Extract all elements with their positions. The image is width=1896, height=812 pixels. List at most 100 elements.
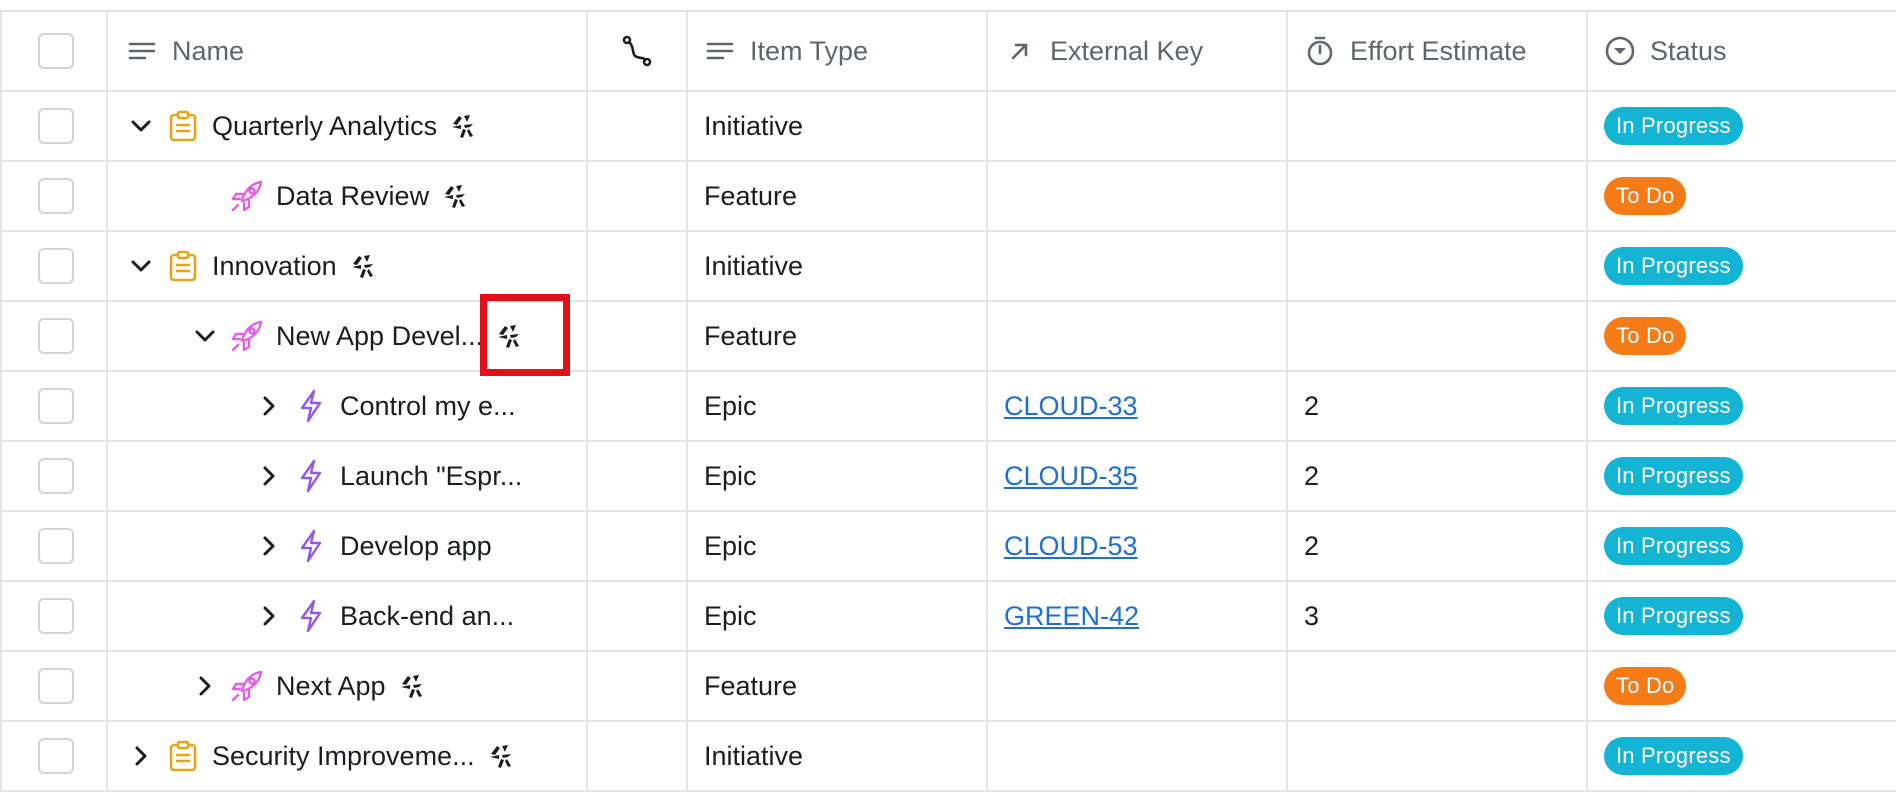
status-cell[interactable]: In Progress [1588,92,1896,160]
row-checkbox[interactable] [38,248,74,284]
item-name[interactable]: Back-end an... [340,601,514,632]
table-row[interactable]: Control my e... Epic CLOUD-33 2 In Progr… [0,372,1896,442]
external-key-cell[interactable] [988,162,1288,230]
effort-cell[interactable] [1288,232,1588,300]
item-type-cell[interactable]: Feature [688,652,988,720]
status-cell[interactable]: In Progress [1588,372,1896,440]
external-key-cell[interactable]: GREEN-42 [988,582,1288,650]
status-badge[interactable]: In Progress [1604,387,1743,425]
name-cell[interactable]: Back-end an... [108,582,588,650]
dependency-cell[interactable] [588,442,688,510]
column-header-dependencies[interactable] [588,12,688,90]
status-badge[interactable]: In Progress [1604,107,1743,145]
row-checkbox[interactable] [38,388,74,424]
external-key-link[interactable]: CLOUD-35 [1004,461,1138,492]
effort-cell[interactable]: 2 [1288,512,1588,580]
item-name[interactable]: New App Devel... [276,321,483,352]
status-badge[interactable]: In Progress [1604,247,1743,285]
external-key-cell[interactable]: CLOUD-33 [988,372,1288,440]
name-cell[interactable]: Develop app [108,512,588,580]
column-header-status[interactable]: Status [1588,12,1896,90]
external-key-link[interactable]: CLOUD-33 [1004,391,1138,422]
item-type-cell[interactable]: Epic [688,442,988,510]
effort-cell[interactable]: 3 [1288,582,1588,650]
item-name[interactable]: Security Improveme... [212,741,475,772]
item-type-cell[interactable]: Epic [688,582,988,650]
name-cell[interactable]: Security Improveme... [108,722,588,790]
status-badge[interactable]: In Progress [1604,527,1743,565]
status-badge[interactable]: To Do [1604,177,1687,215]
table-row[interactable]: Next App Feature To Do [0,652,1896,722]
ai-sparkle-icon[interactable] [495,322,523,350]
dependency-cell[interactable] [588,302,688,370]
external-key-cell[interactable] [988,302,1288,370]
name-cell[interactable]: Next App [108,652,588,720]
row-checkbox[interactable] [38,458,74,494]
item-name[interactable]: Data Review [276,181,429,212]
chevron-down-icon[interactable] [190,321,220,351]
item-type-cell[interactable]: Initiative [688,232,988,300]
status-cell[interactable]: In Progress [1588,722,1896,790]
item-type-cell[interactable]: Initiative [688,722,988,790]
external-key-cell[interactable] [988,232,1288,300]
dependency-cell[interactable] [588,372,688,440]
row-checkbox[interactable] [38,108,74,144]
dependency-cell[interactable] [588,512,688,580]
effort-cell[interactable]: 2 [1288,372,1588,440]
item-type-cell[interactable]: Feature [688,302,988,370]
external-key-link[interactable]: GREEN-42 [1004,601,1139,632]
effort-cell[interactable] [1288,652,1588,720]
status-cell[interactable]: In Progress [1588,232,1896,300]
status-badge[interactable]: To Do [1604,667,1687,705]
table-row[interactable]: Innovation Initiative In Progress [0,232,1896,302]
dependency-cell[interactable] [588,92,688,160]
effort-cell[interactable] [1288,162,1588,230]
external-key-cell[interactable]: CLOUD-53 [988,512,1288,580]
item-name[interactable]: Innovation [212,251,337,282]
chevron-right-icon[interactable] [254,601,284,631]
status-badge[interactable]: To Do [1604,317,1687,355]
status-cell[interactable]: In Progress [1588,582,1896,650]
table-row[interactable]: Develop app Epic CLOUD-53 2 In Progress [0,512,1896,582]
table-row[interactable]: New App Devel... Feature To Do [0,302,1896,372]
item-name[interactable]: Launch "Espr... [340,461,522,492]
item-type-cell[interactable]: Feature [688,162,988,230]
external-key-link[interactable]: CLOUD-53 [1004,531,1138,562]
column-header-external-key[interactable]: External Key [988,12,1288,90]
chevron-right-icon[interactable] [254,391,284,421]
external-key-cell[interactable] [988,92,1288,160]
item-name[interactable]: Quarterly Analytics [212,111,437,142]
status-badge[interactable]: In Progress [1604,597,1743,635]
column-header-effort[interactable]: Effort Estimate [1288,12,1588,90]
external-key-cell[interactable] [988,652,1288,720]
name-cell[interactable]: Launch "Espr... [108,442,588,510]
column-header-item-type[interactable]: Item Type [688,12,988,90]
ai-sparkle-icon[interactable] [398,672,426,700]
dependency-cell[interactable] [588,232,688,300]
effort-cell[interactable] [1288,302,1588,370]
external-key-cell[interactable]: CLOUD-35 [988,442,1288,510]
table-row[interactable]: Back-end an... Epic GREEN-42 3 In Progre… [0,582,1896,652]
external-key-cell[interactable] [988,722,1288,790]
status-cell[interactable]: To Do [1588,302,1896,370]
name-cell[interactable]: Control my e... [108,372,588,440]
dependency-cell[interactable] [588,652,688,720]
ai-sparkle-icon[interactable] [441,182,469,210]
name-cell[interactable]: Data Review [108,162,588,230]
row-checkbox[interactable] [38,598,74,634]
name-cell[interactable]: Quarterly Analytics [108,92,588,160]
effort-cell[interactable]: 2 [1288,442,1588,510]
status-cell[interactable]: In Progress [1588,442,1896,510]
item-type-cell[interactable]: Epic [688,512,988,580]
status-cell[interactable]: To Do [1588,162,1896,230]
table-row[interactable]: Security Improveme... Initiative In Prog… [0,722,1896,792]
row-checkbox[interactable] [38,178,74,214]
row-checkbox[interactable] [38,318,74,354]
item-type-cell[interactable]: Initiative [688,92,988,160]
dependency-cell[interactable] [588,162,688,230]
dependency-cell[interactable] [588,722,688,790]
column-header-name[interactable]: Name [108,12,588,90]
item-name[interactable]: Develop app [340,531,492,562]
ai-sparkle-icon[interactable] [349,252,377,280]
effort-cell[interactable] [1288,92,1588,160]
